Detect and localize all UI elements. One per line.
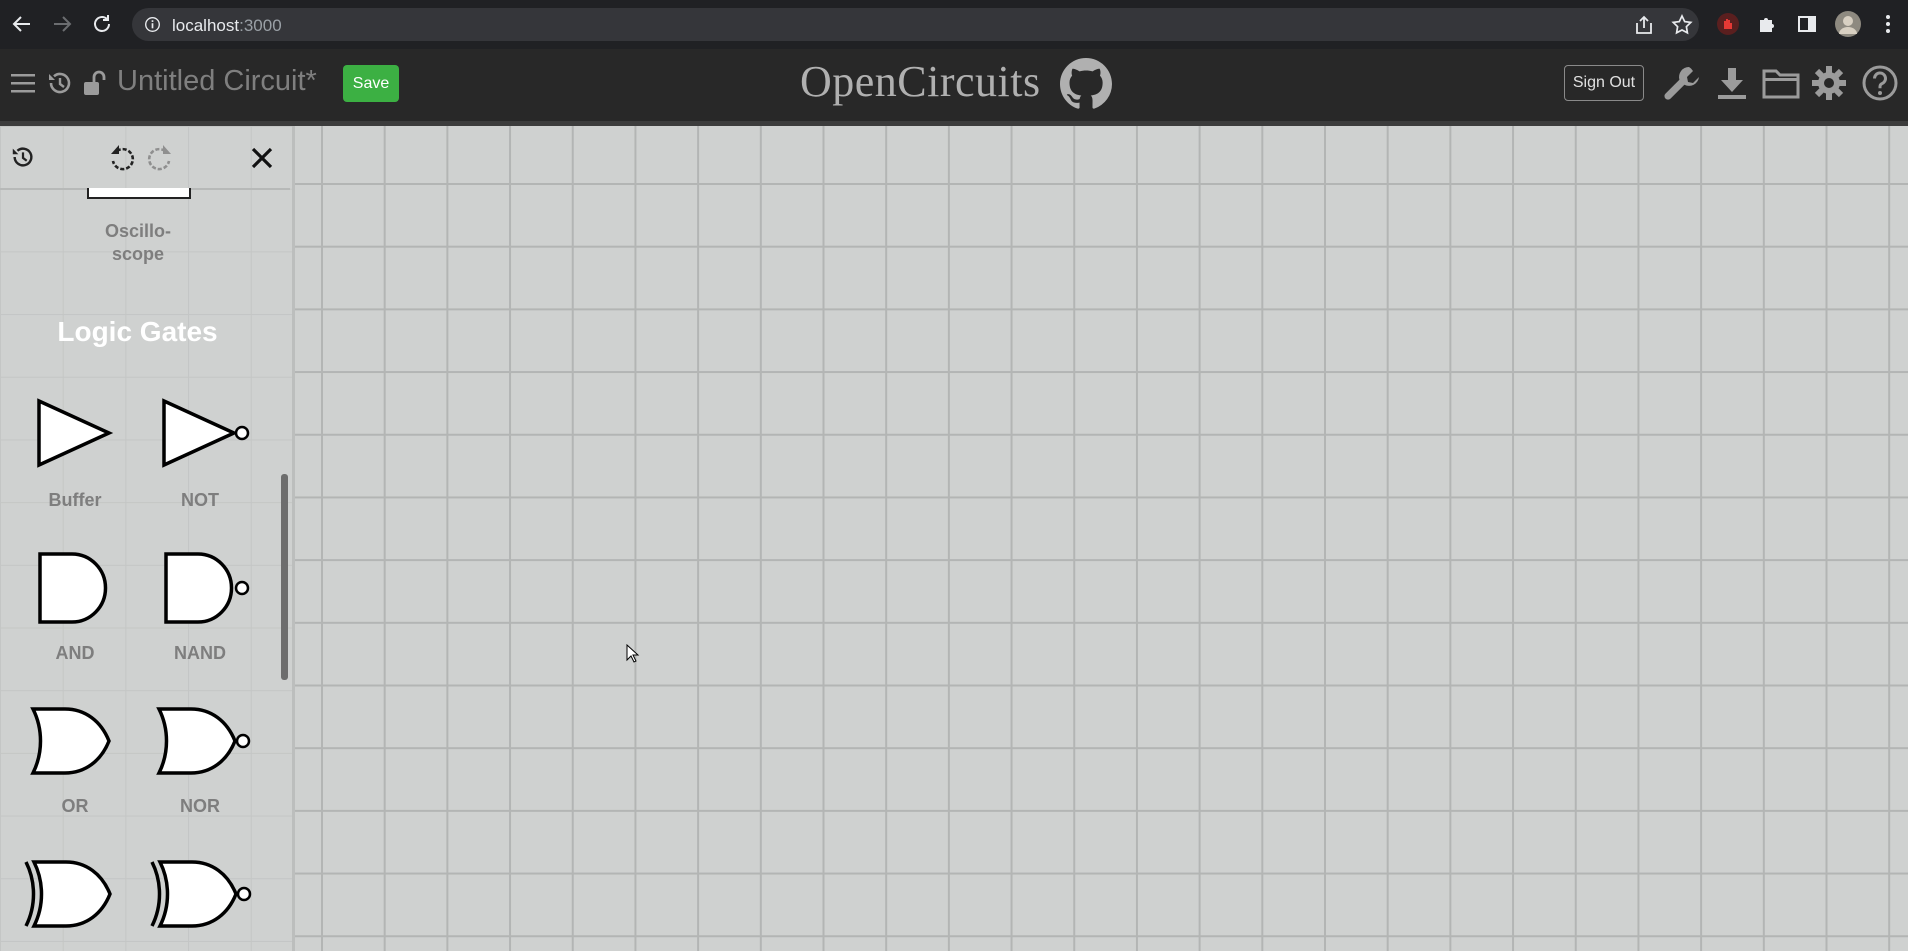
gate-label-buffer: Buffer (48, 490, 102, 510)
sign-out-button[interactable]: Sign Out (1564, 65, 1644, 101)
redo-icon[interactable] (146, 143, 174, 173)
not-gate-icon (162, 398, 250, 468)
browser-menu-icon[interactable] (1876, 12, 1900, 36)
nor-gate-icon (156, 707, 251, 775)
bookmark-star-icon[interactable] (1670, 13, 1694, 37)
circuit-name-input[interactable]: Untitled Circuit* (117, 65, 317, 98)
site-info-icon[interactable] (144, 16, 161, 33)
share-icon[interactable] (1632, 13, 1656, 37)
gate-label-nand: NAND (174, 643, 226, 663)
github-icon[interactable] (1060, 58, 1112, 110)
gate-label-or: OR (61, 796, 89, 816)
oscilloscope-label-line2: scope (111, 244, 165, 264)
close-icon[interactable] (250, 146, 274, 170)
gate-label-and: AND (55, 643, 95, 663)
item-nav-sidebar: Oscillo- scope Logic Gates Buffer NOT AN… (0, 126, 295, 951)
brand-title: OpenCircuits (800, 57, 1041, 106)
oscilloscope-label: Oscillo- scope (78, 220, 198, 266)
gate-label-nor: NOR (180, 796, 220, 816)
back-arrow-icon[interactable] (10, 12, 34, 36)
or-gate-icon (30, 707, 111, 775)
address-bar[interactable]: localhost:3000 (132, 8, 1699, 41)
section-title-logic-gates: Logic Gates (57, 316, 218, 347)
history-toolbar (0, 126, 290, 190)
undo-icon[interactable] (108, 143, 136, 173)
reload-icon[interactable] (90, 12, 114, 36)
open-folder-icon[interactable] (1762, 67, 1800, 99)
oscilloscope-label-line1: Oscillo- (104, 221, 171, 241)
extension-hand-icon[interactable] (1716, 12, 1740, 36)
app-header: Untitled Circuit* Save OpenCircuits Sign… (0, 49, 1908, 126)
history-icon[interactable] (46, 69, 74, 97)
mouse-cursor-icon (626, 644, 640, 663)
profile-avatar[interactable] (1834, 10, 1862, 38)
browser-toolbar: localhost:3000 (0, 0, 1908, 49)
gate-label-not: NOT (181, 490, 219, 510)
xor-gate-icon (24, 860, 112, 928)
side-panel-icon[interactable] (1795, 12, 1819, 36)
sidebar-scrollbar-thumb[interactable] (281, 474, 288, 680)
extensions-puzzle-icon[interactable] (1756, 12, 1780, 36)
circuit-canvas[interactable] (292, 126, 1908, 951)
buffer-gate-icon (37, 398, 114, 468)
wrench-icon[interactable] (1662, 64, 1702, 104)
save-button[interactable]: Save (343, 65, 399, 102)
and-gate-icon (38, 552, 108, 624)
forward-arrow-icon[interactable] (50, 12, 74, 36)
settings-gear-icon[interactable] (1811, 65, 1847, 101)
download-icon[interactable] (1716, 66, 1748, 100)
history-icon[interactable] (10, 144, 36, 170)
url-port: :3000 (239, 16, 282, 35)
unlocked-lock-icon[interactable] (82, 69, 106, 97)
nand-gate-icon (164, 552, 250, 624)
url-text[interactable]: localhost:3000 (172, 16, 282, 36)
help-icon[interactable] (1861, 64, 1899, 102)
oscilloscope-icon (87, 188, 191, 199)
xnor-gate-icon (150, 860, 252, 928)
url-host: localhost (172, 16, 240, 35)
hamburger-menu-icon[interactable] (10, 70, 36, 96)
